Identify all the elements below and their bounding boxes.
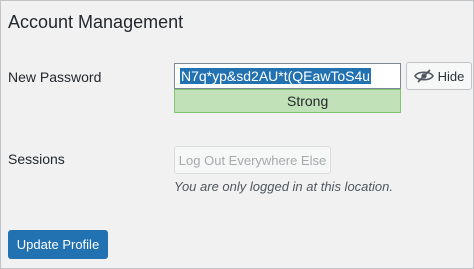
new-password-label: New Password <box>8 69 102 85</box>
new-password-input[interactable]: N7q*yp&sd2AU*t(QEawToS4u <box>174 63 401 89</box>
sessions-label: Sessions <box>8 151 65 167</box>
hide-password-button[interactable]: Hide <box>406 62 472 90</box>
session-status-note: You are only logged in at this location. <box>174 179 393 194</box>
hide-button-label: Hide <box>437 68 465 84</box>
section-title: Account Management <box>8 12 184 32</box>
password-strength-indicator: Strong <box>174 89 401 113</box>
account-management-panel: Account Management New Password N7q*yp&s… <box>0 0 474 269</box>
update-profile-button[interactable]: Update Profile <box>8 230 108 259</box>
logout-everywhere-button[interactable]: Log Out Everywhere Else <box>174 146 331 174</box>
password-value-selected: N7q*yp&sd2AU*t(QEawToS4u <box>180 68 372 84</box>
eye-slash-icon <box>413 69 434 83</box>
